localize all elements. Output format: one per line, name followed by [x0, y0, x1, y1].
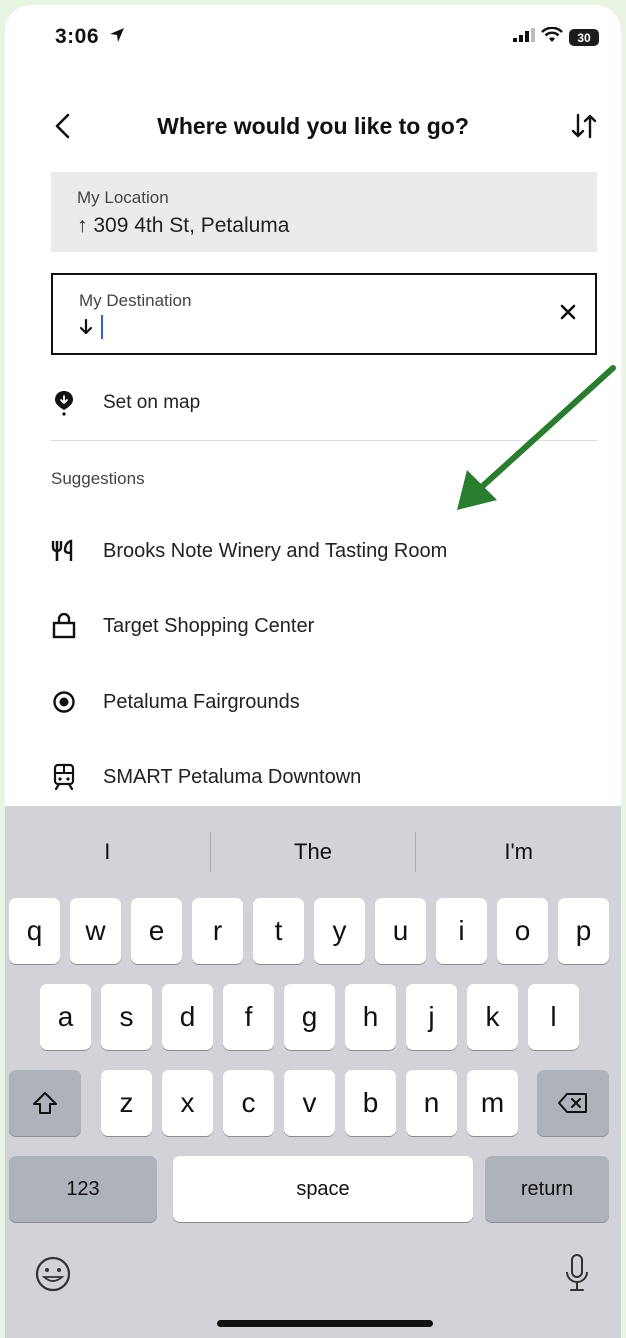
key-b[interactable]: b: [345, 1070, 396, 1136]
home-indicator[interactable]: [217, 1320, 433, 1327]
key-j[interactable]: j: [406, 984, 457, 1050]
key-d[interactable]: d: [162, 984, 213, 1050]
microphone-icon: [566, 1254, 588, 1291]
annotation-arrow-icon: [457, 365, 616, 510]
suggestion-item[interactable]: Brooks Note Winery and Tasting Room: [51, 531, 447, 571]
suggestion-label: Target Shopping Center: [103, 614, 315, 637]
suggestion-item[interactable]: Petaluma Fairgrounds: [51, 682, 300, 722]
key-f[interactable]: f: [223, 984, 274, 1050]
key-s[interactable]: s: [101, 984, 152, 1050]
backspace-icon: [558, 1093, 587, 1113]
origin-label: My Location: [77, 188, 169, 207]
phone-screen: 3:06 30 Where would you like to go? My L…: [5, 5, 621, 1338]
key-x[interactable]: x: [162, 1070, 213, 1136]
key-c[interactable]: c: [223, 1070, 274, 1136]
emoji-icon: [35, 1256, 71, 1292]
key-i[interactable]: i: [436, 898, 487, 964]
key-k[interactable]: k: [467, 984, 518, 1050]
key-o[interactable]: o: [497, 898, 548, 964]
shift-icon: [33, 1092, 57, 1114]
origin-value: ↑ 309 4th St, Petaluma: [77, 214, 290, 237]
destination-input[interactable]: My Destination: [51, 273, 597, 355]
key-v[interactable]: v: [284, 1070, 335, 1136]
destination-value-row: [79, 315, 103, 340]
key-a[interactable]: a: [40, 984, 91, 1050]
key-y[interactable]: y: [314, 898, 365, 964]
set-on-map-row[interactable]: Set on map: [51, 383, 200, 423]
key-w[interactable]: w: [70, 898, 121, 964]
delete-key[interactable]: [537, 1070, 609, 1136]
key-t[interactable]: t: [253, 898, 304, 964]
page-title: Where would you like to go?: [157, 113, 469, 139]
suggestion-label: Brooks Note Winery and Tasting Room: [103, 539, 448, 562]
location-arrow-icon: [109, 25, 125, 49]
shopping-bag-icon: [51, 613, 77, 639]
prediction-item[interactable]: I'm: [416, 839, 621, 865]
suggestions-heading: Suggestions: [51, 469, 145, 488]
wifi-icon: [541, 26, 563, 48]
numbers-key[interactable]: 123: [9, 1156, 157, 1222]
map-pin-icon: [51, 390, 77, 416]
train-icon: [51, 763, 77, 791]
suggestion-label: Petaluma Fairgrounds: [103, 690, 300, 713]
signal-icon: [513, 28, 535, 47]
key-p[interactable]: p: [558, 898, 609, 964]
set-on-map-label: Set on map: [103, 392, 201, 413]
close-icon: [560, 304, 576, 320]
shift-key[interactable]: [9, 1070, 81, 1136]
battery-icon: 30: [569, 29, 599, 46]
predictive-bar: I The I'm: [5, 806, 621, 898]
key-m[interactable]: m: [467, 1070, 518, 1136]
fork-knife-icon: [51, 538, 77, 564]
swap-button[interactable]: [569, 111, 599, 141]
return-key[interactable]: return: [485, 1156, 609, 1222]
suggestion-item[interactable]: Target Shopping Center: [51, 606, 314, 646]
suggestion-item[interactable]: SMART Petaluma Downtown: [51, 757, 361, 797]
status-time: 3:06: [55, 25, 125, 49]
space-key[interactable]: space: [173, 1156, 473, 1222]
key-z[interactable]: z: [101, 1070, 152, 1136]
keyboard: I The I'm q w e r t y u i o p a s d f g …: [5, 806, 621, 1338]
key-g[interactable]: g: [284, 984, 335, 1050]
emoji-button[interactable]: [33, 1254, 73, 1294]
arrow-down-icon: [79, 315, 99, 338]
prediction-item[interactable]: The: [211, 839, 416, 865]
destination-label: My Destination: [79, 291, 192, 310]
key-n[interactable]: n: [406, 1070, 457, 1136]
key-q[interactable]: q: [9, 898, 60, 964]
key-l[interactable]: l: [528, 984, 579, 1050]
key-r[interactable]: r: [192, 898, 243, 964]
target-dot-icon: [51, 689, 77, 715]
status-icons: 30: [513, 26, 599, 48]
clear-button[interactable]: [557, 301, 579, 323]
suggestion-label: SMART Petaluma Downtown: [103, 765, 362, 788]
origin-field[interactable]: My Location ↑ 309 4th St, Petaluma: [51, 172, 597, 252]
dictation-button[interactable]: [561, 1252, 593, 1296]
swap-arrows-icon: [571, 113, 597, 139]
key-u[interactable]: u: [375, 898, 426, 964]
status-bar: 3:06 30: [5, 5, 621, 65]
nav-header: Where would you like to go?: [5, 105, 621, 151]
key-e[interactable]: e: [131, 898, 182, 964]
prediction-item[interactable]: I: [5, 839, 210, 865]
text-caret: [100, 315, 103, 340]
key-h[interactable]: h: [345, 984, 396, 1050]
